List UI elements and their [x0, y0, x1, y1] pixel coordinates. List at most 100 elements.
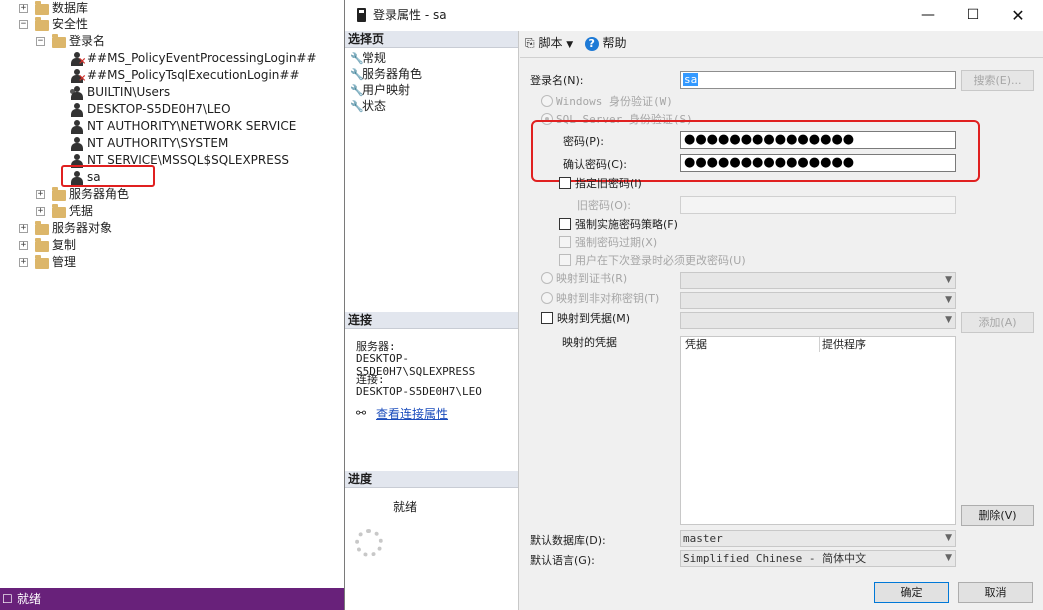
- script-button[interactable]: ⎘ 脚本 ▼: [525, 36, 573, 50]
- maximize-button[interactable]: ☐: [950, 0, 996, 31]
- chevron-down-icon: ▼: [945, 533, 952, 543]
- default-language-label: 默认语言(G):: [530, 554, 595, 567]
- progress-spinner-icon: [355, 529, 383, 557]
- grid-column-header[interactable]: 提供程序: [822, 337, 866, 352]
- chevron-down-icon: ▼: [945, 275, 952, 285]
- select-page-pane: 选择页 🔧常规 🔧服务器角色 🔧用户映射 🔧状态 连接 服务器: DESKTOP…: [345, 31, 519, 610]
- progress-status: 就绪: [393, 500, 418, 514]
- radio-icon: [541, 292, 553, 304]
- folder-icon: [52, 204, 66, 218]
- chevron-down-icon: ▼: [945, 295, 952, 305]
- map-asym-key-radio[interactable]: 映射到非对称密钥(T): [541, 292, 659, 306]
- ok-button[interactable]: 确定: [874, 582, 949, 603]
- script-icon: ⎘: [525, 36, 535, 50]
- search-button[interactable]: 搜索(E)...: [961, 70, 1034, 91]
- certificate-select[interactable]: ▼: [680, 272, 956, 289]
- close-button[interactable]: ✕: [995, 0, 1041, 31]
- old-password-label: 旧密码(O):: [577, 199, 631, 212]
- radio-icon: [541, 95, 553, 107]
- folder-icon: [52, 34, 66, 48]
- select-page-header: 选择页: [345, 31, 518, 48]
- specify-old-password-checkbox[interactable]: 指定旧密码(I): [559, 177, 642, 191]
- wrench-icon: 🔧: [350, 68, 364, 81]
- nav-item-user-mapping[interactable]: 🔧用户映射: [350, 82, 410, 98]
- folder-icon: [52, 187, 66, 201]
- mapped-credentials-label: 映射的凭据: [562, 336, 617, 349]
- connection-value: DESKTOP-S5DE0H7\LEO: [356, 385, 482, 398]
- toolbar-separator: [520, 57, 1043, 58]
- dialog-titlebar[interactable]: 登录属性 - sa — ☐ ✕: [345, 0, 1043, 31]
- default-language-select[interactable]: Simplified Chinese - 简体中文 ▼: [680, 550, 956, 567]
- status-bar: ☐ 就绪: [0, 588, 345, 610]
- highlight-box: [61, 165, 155, 187]
- window-icon: ☐: [2, 592, 13, 606]
- app-icon: [357, 8, 366, 22]
- default-database-select[interactable]: master ▼: [680, 530, 956, 547]
- checkbox-icon: [559, 177, 571, 189]
- checkbox-icon: [559, 236, 571, 248]
- minimize-button[interactable]: —: [905, 0, 951, 31]
- grid-column-header[interactable]: 凭据: [685, 337, 707, 352]
- asym-key-select[interactable]: ▼: [680, 292, 956, 309]
- help-button[interactable]: ? 帮助: [584, 36, 627, 51]
- mapped-credentials-grid[interactable]: 凭据 提供程序: [680, 336, 956, 525]
- checkbox-icon: [559, 254, 571, 266]
- map-certificate-radio[interactable]: 映射到证书(R): [541, 272, 627, 286]
- highlight-box: [531, 120, 980, 182]
- collapse-icon[interactable]: −: [19, 20, 28, 29]
- old-password-field[interactable]: [680, 196, 956, 214]
- nav-item-status[interactable]: 🔧状态: [350, 98, 386, 114]
- expand-icon[interactable]: +: [19, 241, 28, 250]
- expand-icon[interactable]: +: [19, 4, 28, 13]
- progress-header: 进度: [345, 471, 518, 488]
- windows-auth-radio[interactable]: Windows 身份验证(W): [541, 95, 673, 109]
- login-icon: [70, 120, 84, 134]
- group-login-icon: [70, 86, 84, 100]
- chevron-down-icon: ▼: [945, 553, 952, 563]
- folder-icon: [35, 221, 49, 235]
- radio-icon: [541, 272, 553, 284]
- default-database-label: 默认数据库(D):: [530, 534, 606, 547]
- cancel-button[interactable]: 取消: [958, 582, 1033, 603]
- object-explorer-tree: + 数据库 − 安全性 − 登录名 × ##MS_PolicyEventProc…: [0, 0, 345, 578]
- dialog-title: 登录属性 - sa: [373, 8, 447, 22]
- folder-icon: [35, 17, 49, 31]
- enforce-policy-checkbox[interactable]: 强制实施密码策略(F): [559, 218, 678, 232]
- connection-properties-icon: ⚯: [356, 406, 367, 420]
- nav-item-server-roles[interactable]: 🔧服务器角色: [350, 66, 422, 82]
- login-name-label: 登录名(N):: [530, 74, 584, 87]
- column-divider: [819, 337, 820, 352]
- disabled-login-icon: ×: [70, 69, 86, 84]
- folder-icon: [35, 1, 49, 15]
- connection-header: 连接: [345, 312, 518, 329]
- chevron-down-icon: ▼: [945, 315, 952, 325]
- folder-icon: [35, 255, 49, 269]
- wrench-icon: 🔧: [350, 52, 364, 65]
- collapse-icon[interactable]: −: [36, 37, 45, 46]
- add-button[interactable]: 添加(A): [961, 312, 1034, 333]
- expand-icon[interactable]: +: [36, 207, 45, 216]
- checkbox-icon: [541, 312, 553, 324]
- map-credential-checkbox[interactable]: 映射到凭据(M): [541, 312, 630, 326]
- help-icon: ?: [584, 36, 599, 51]
- wrench-icon: 🔧: [350, 84, 364, 97]
- enforce-expiration-checkbox[interactable]: 强制密码过期(X): [559, 236, 657, 250]
- folder-icon: [35, 238, 49, 252]
- must-change-checkbox[interactable]: 用户在下次登录时必须更改密码(U): [559, 254, 746, 268]
- view-connection-properties-link[interactable]: 查看连接属性: [376, 405, 448, 422]
- expand-icon[interactable]: +: [36, 190, 45, 199]
- login-icon: [70, 103, 84, 117]
- expand-icon[interactable]: +: [19, 258, 28, 267]
- login-name-field[interactable]: sa: [680, 71, 956, 89]
- disabled-login-icon: ×: [70, 52, 86, 67]
- remove-button[interactable]: 删除(V): [961, 505, 1034, 526]
- dialog-toolbar: ⎘ 脚本 ▼ ? 帮助: [525, 34, 627, 52]
- login-icon: [70, 137, 84, 151]
- credential-select[interactable]: ▼: [680, 312, 956, 329]
- nav-item-general[interactable]: 🔧常规: [350, 50, 386, 66]
- checkbox-icon: [559, 218, 571, 230]
- expand-icon[interactable]: +: [19, 224, 28, 233]
- wrench-icon: 🔧: [350, 100, 364, 113]
- chevron-down-icon: ▼: [566, 40, 574, 50]
- login-properties-dialog: 登录属性 - sa — ☐ ✕ 选择页 🔧常规 🔧服务器角色 🔧用户映射 🔧状态…: [344, 0, 1043, 610]
